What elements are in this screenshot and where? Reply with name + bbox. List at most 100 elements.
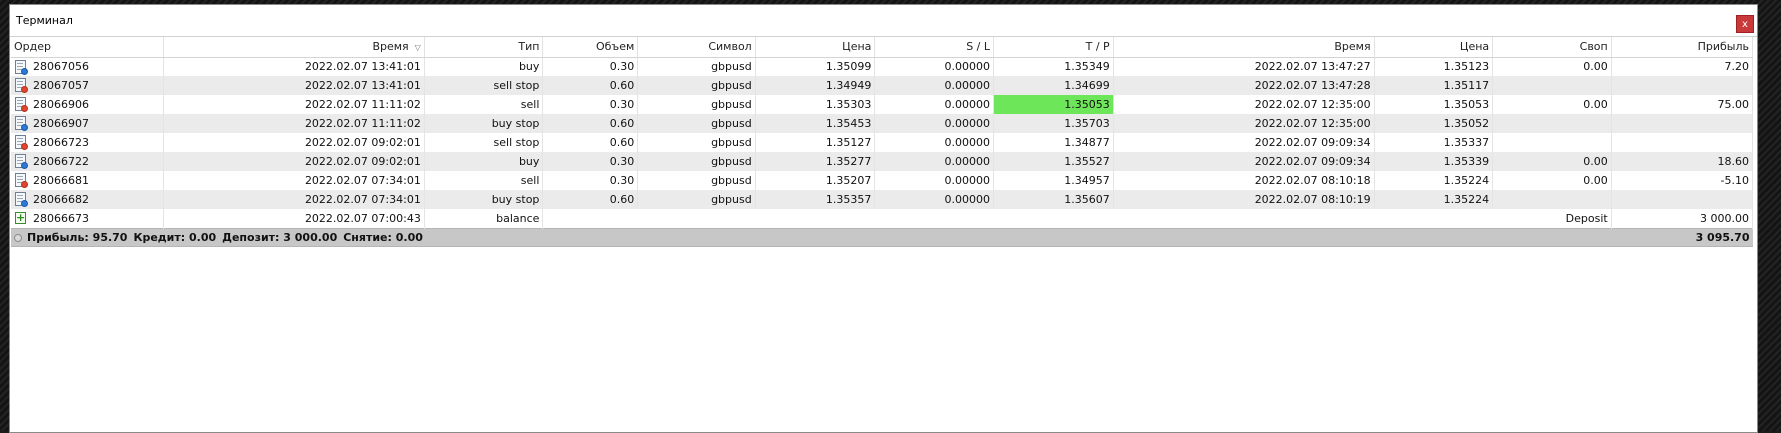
open-price-cell: 1.35303 <box>755 95 876 114</box>
col-header-order[interactable]: Ордер <box>11 37 164 58</box>
table-row[interactable]: 28066681 2022.02.07 07:34:01 sell 0.30 gbpus… <box>11 171 1754 190</box>
table-row[interactable]: 28066906 2022.02.07 11:11:02 sell 0.30 gbpus… <box>11 95 1754 114</box>
order-cell: 28066907 <box>11 114 164 133</box>
col-header-open-time[interactable]: Время ▽ <box>163 37 425 58</box>
order-number: 28066673 <box>33 211 89 225</box>
order-number: 28066682 <box>33 193 89 206</box>
close-price-cell: 1.35339 <box>1374 152 1494 171</box>
summary-total: 3 095.70 <box>1611 227 1753 247</box>
col-header-symbol[interactable]: Символ <box>637 37 756 58</box>
open-price-cell: 1.35207 <box>755 171 876 190</box>
open-time-cell: 2022.02.07 13:41:01 <box>163 57 425 76</box>
tp-cell: 1.35703 <box>993 114 1114 133</box>
sl-cell: 0.00000 <box>874 152 994 171</box>
type-cell: buy <box>424 152 544 171</box>
col-header-sl[interactable]: S / L <box>874 37 994 58</box>
col-header-swap[interactable]: Своп <box>1492 37 1612 58</box>
table-row[interactable]: 28066907 2022.02.07 11:11:02 buy stop 0.60 g… <box>11 114 1754 133</box>
order-number: 28066723 <box>33 136 89 149</box>
volume-cell: 0.30 <box>542 152 639 171</box>
col-header-profit[interactable]: Прибыль <box>1611 37 1754 58</box>
summary-circle-icon <box>14 233 22 242</box>
open-time-cell: 2022.02.07 11:11:02 <box>163 95 425 114</box>
open-time-cell: 2022.02.07 07:34:01 <box>163 190 425 209</box>
sl-cell: 0.00000 <box>874 57 994 76</box>
close-time-cell: 2022.02.07 08:10:18 <box>1113 171 1375 190</box>
swap-cell: 0.00 <box>1492 57 1612 76</box>
order-number: 28066722 <box>33 155 89 168</box>
open-time-cell: 2022.02.07 07:00:43 <box>163 209 425 228</box>
tp-cell: 1.34957 <box>993 171 1114 190</box>
order-cell: 28066682 <box>11 190 164 209</box>
volume-cell: 0.60 <box>542 114 639 133</box>
close-time-cell: 2022.02.07 08:10:19 <box>1113 190 1375 209</box>
sl-cell: 0.00000 <box>874 190 994 209</box>
order-cell: 28066722 <box>11 152 164 171</box>
profit-cell: 75.00 <box>1611 95 1754 114</box>
swap-cell: 0.00 <box>1492 171 1612 190</box>
sell-order-icon <box>15 97 28 112</box>
col-header-close-time[interactable]: Время <box>1113 37 1375 58</box>
symbol-cell: gbpusd <box>637 76 756 95</box>
title-bar: Терминал x <box>10 5 1757 37</box>
order-number: 28067057 <box>33 79 89 92</box>
swap-cell <box>1492 190 1612 209</box>
sell-order-icon <box>15 135 28 150</box>
col-header-tp[interactable]: T / P <box>993 37 1114 58</box>
open-price-cell: 1.35127 <box>755 133 876 152</box>
close-time-cell: 2022.02.07 12:35:00 <box>1113 114 1375 133</box>
col-header-open-price[interactable]: Цена <box>755 37 876 58</box>
sl-cell: 0.00000 <box>874 171 994 190</box>
col-header-volume[interactable]: Объем <box>542 37 639 58</box>
close-time-cell: 2022.02.07 12:35:00 <box>1113 95 1375 114</box>
window-title: Терминал <box>16 14 73 27</box>
col-header-type[interactable]: Тип <box>424 37 544 58</box>
tp-cell: 1.34877 <box>993 133 1114 152</box>
close-price-cell: 1.35123 <box>1374 57 1494 76</box>
comment-cell: Deposit <box>542 209 1612 228</box>
sl-cell: 0.00000 <box>874 133 994 152</box>
table-row[interactable]: 28066722 2022.02.07 09:02:01 buy 0.30 gbpusd… <box>11 152 1754 171</box>
volume-cell: 0.60 <box>542 190 639 209</box>
col-header-open-time-label: Время <box>372 40 409 54</box>
sell-order-icon <box>15 78 28 93</box>
type-cell: sell <box>424 171 544 190</box>
sl-cell: 0.00000 <box>874 95 994 114</box>
terminal-window: Терминал x Ордер Время ▽ Тип Объем Символ… <box>9 4 1758 433</box>
profit-cell <box>1611 190 1754 209</box>
table-row[interactable]: 28067057 2022.02.07 13:41:01 sell stop 0.60… <box>11 76 1754 95</box>
symbol-cell: gbpusd <box>637 171 756 190</box>
profit-cell: 3 000.00 <box>1611 209 1754 228</box>
symbol-cell: gbpusd <box>637 95 756 114</box>
header-row: Ордер Время ▽ Тип Объем Символ Цена S / L… <box>11 37 1754 58</box>
profit-cell: 7.20 <box>1611 57 1754 76</box>
table-row[interactable]: 28066723 2022.02.07 09:02:01 sell stop 0.60… <box>11 133 1754 152</box>
tp-cell: 1.35349 <box>993 57 1114 76</box>
order-cell: 28067057 <box>11 76 164 95</box>
open-price-cell: 1.34949 <box>755 76 876 95</box>
type-cell: sell <box>424 95 544 114</box>
symbol-cell: gbpusd <box>637 190 756 209</box>
tp-cell: 1.35053 <box>993 95 1114 114</box>
buy-order-icon <box>15 192 28 207</box>
close-price-cell: 1.35053 <box>1374 95 1494 114</box>
summary-profit-value: 95.70 <box>92 230 128 244</box>
open-time-cell: 2022.02.07 09:02:01 <box>163 133 425 152</box>
summary-credit-label: Кредит: <box>133 230 186 244</box>
profit-cell <box>1611 114 1754 133</box>
col-header-close-price[interactable]: Цена <box>1374 37 1494 58</box>
symbol-cell: gbpusd <box>637 133 756 152</box>
buy-order-icon <box>15 59 28 75</box>
swap-cell <box>1492 76 1612 95</box>
tp-cell: 1.34699 <box>993 76 1114 95</box>
volume-cell: 0.60 <box>542 76 639 95</box>
close-price-cell: 1.35224 <box>1374 190 1494 209</box>
type-cell: sell stop <box>424 76 544 95</box>
balance-row[interactable]: +28066673 2022.02.07 07:00:43 balance De… <box>11 209 1754 228</box>
tp-cell: 1.35607 <box>993 190 1114 209</box>
close-button[interactable]: x <box>1736 15 1754 33</box>
order-cell: +28066673 <box>11 209 164 228</box>
table-row[interactable]: 28067056 2022.02.07 13:41:01 buy 0.30 gbpusd… <box>11 57 1754 76</box>
close-price-cell: 1.35117 <box>1374 76 1494 95</box>
table-row[interactable]: 28066682 2022.02.07 07:34:01 buy stop 0.60 g… <box>11 190 1754 209</box>
